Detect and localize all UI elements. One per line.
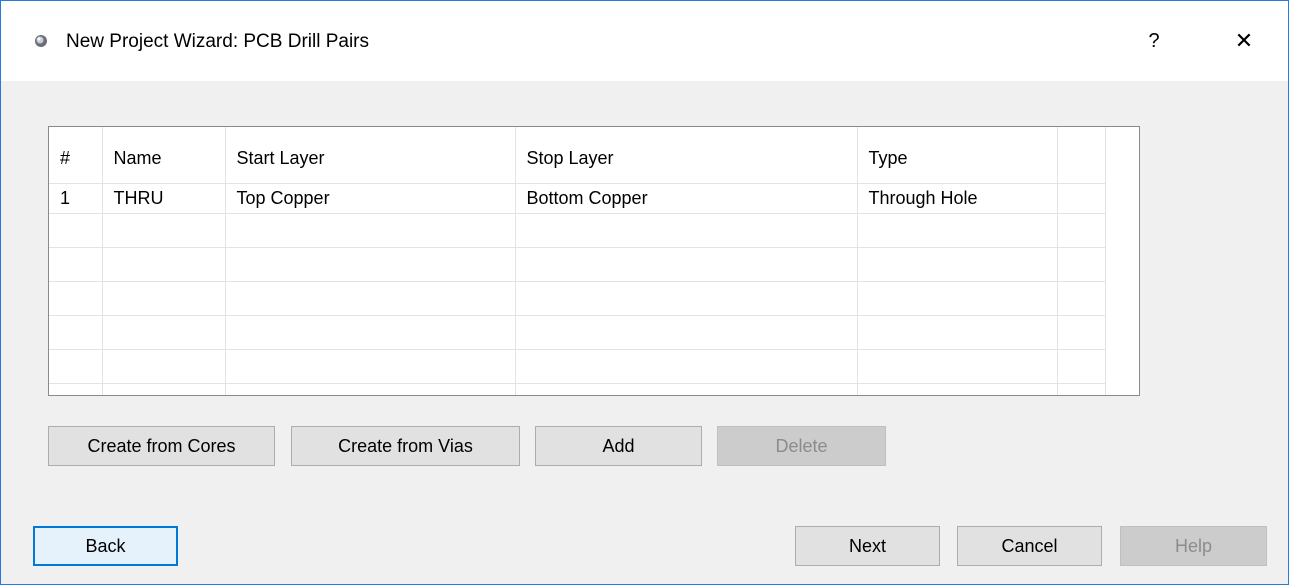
column-header-name[interactable]: Name [102,127,226,184]
table-row[interactable]: 1 THRU Top Copper Bottom Copper Through … [49,183,1106,214]
column-header-stop-layer[interactable]: Stop Layer [515,127,858,184]
close-icon[interactable]: ✕ [1221,19,1267,63]
drill-pairs-grid[interactable]: # Name Start Layer Stop Layer Type 1 THR… [48,126,1140,396]
empty-row [49,315,1106,350]
cell-type[interactable]: Through Hole [857,183,1058,214]
delete-button: Delete [717,426,886,466]
column-header-number[interactable]: # [49,127,103,184]
column-header-type[interactable]: Type [857,127,1058,184]
next-button[interactable]: Next [795,526,940,566]
cell-stop-layer[interactable]: Bottom Copper [515,183,858,214]
help-button: Help [1120,526,1267,566]
app-icon [35,35,47,47]
empty-row [49,247,1106,282]
cell-filler [1057,183,1106,214]
cell-number[interactable]: 1 [49,183,103,214]
cell-name[interactable]: THRU [102,183,226,214]
column-header-filler [1057,127,1106,184]
empty-row [49,383,1106,395]
empty-row [49,349,1106,384]
add-button[interactable]: Add [535,426,702,466]
back-button[interactable]: Back [33,526,178,566]
title-bar: New Project Wizard: PCB Drill Pairs ? ✕ [1,1,1288,81]
help-icon[interactable]: ? [1131,19,1177,63]
empty-row [49,213,1106,248]
column-header-start-layer[interactable]: Start Layer [225,127,516,184]
create-from-cores-button[interactable]: Create from Cores [48,426,275,466]
grid-header-row: # Name Start Layer Stop Layer Type [49,127,1106,184]
create-from-vias-button[interactable]: Create from Vias [291,426,520,466]
wizard-window: New Project Wizard: PCB Drill Pairs ? ✕ … [0,0,1289,585]
cell-start-layer[interactable]: Top Copper [225,183,516,214]
empty-row [49,281,1106,316]
window-title: New Project Wizard: PCB Drill Pairs [66,31,369,52]
cancel-button[interactable]: Cancel [957,526,1102,566]
